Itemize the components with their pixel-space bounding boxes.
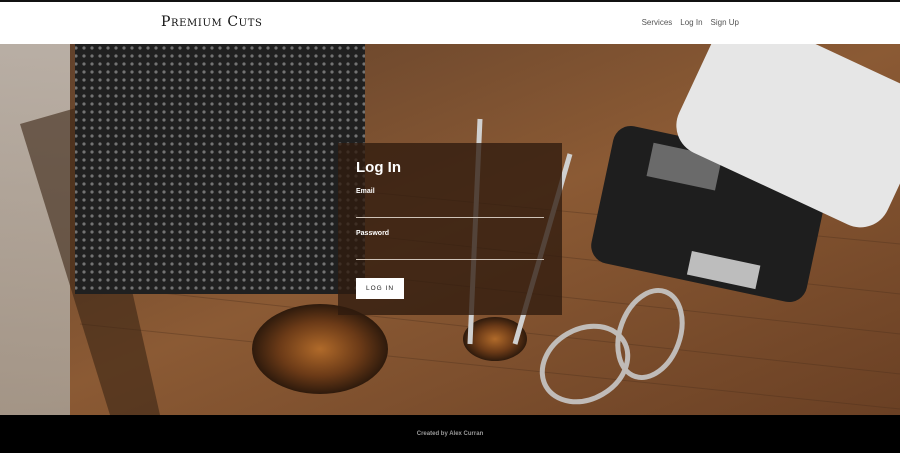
password-label: Password [356, 230, 390, 237]
brand-logo[interactable]: Premium Cuts [161, 14, 262, 30]
nav-services-link[interactable]: Services [642, 18, 673, 27]
nav-login-link[interactable]: Log In [680, 18, 702, 27]
nav-links: Services Log In Sign Up [642, 18, 739, 27]
login-button[interactable]: LOG IN [356, 278, 405, 299]
email-field[interactable] [356, 203, 544, 218]
footer: Created by Alex Curran [0, 415, 900, 453]
password-field[interactable] [356, 245, 544, 260]
nav-signup-link[interactable]: Sign Up [711, 18, 739, 27]
login-form: Log In Email Password LOG IN [338, 143, 562, 315]
footer-credit: Created by Alex Curran [416, 431, 484, 437]
hero-background: Log In Email Password LOG IN [0, 44, 900, 415]
navbar: Premium Cuts Services Log In Sign Up [0, 2, 900, 44]
login-title: Log In [356, 159, 401, 176]
email-label: Email [356, 188, 375, 195]
